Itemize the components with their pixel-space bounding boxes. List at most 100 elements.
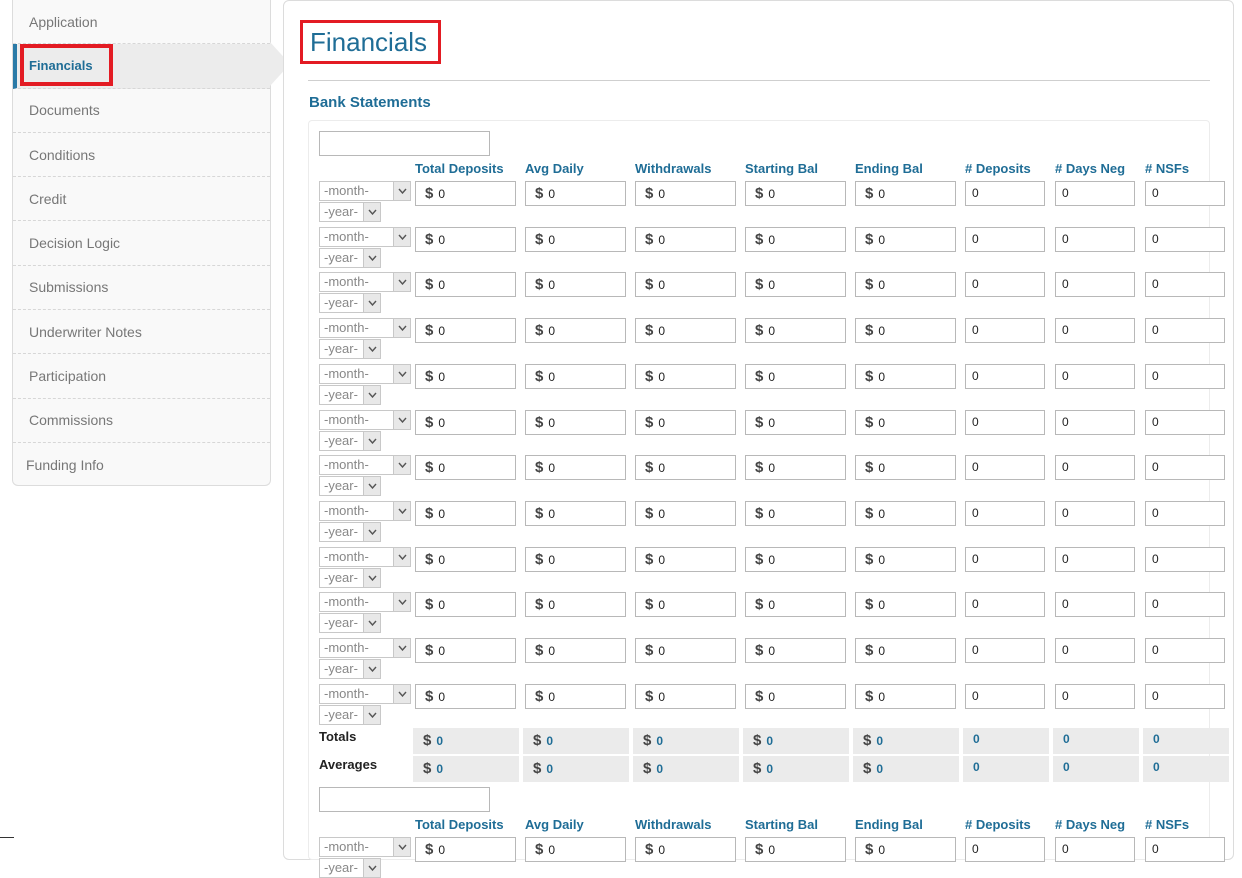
value-input[interactable]: 0 — [1055, 363, 1135, 389]
value-input[interactable]: $0 — [745, 638, 846, 663]
statement-name-input[interactable] — [319, 787, 490, 812]
sidebar-item-application[interactable]: Application — [13, 0, 270, 45]
month-select[interactable]: -month- — [319, 592, 411, 613]
month-select[interactable]: -month- — [319, 318, 411, 339]
value-input[interactable]: 0 — [965, 363, 1045, 389]
value-input[interactable]: $0 — [745, 409, 846, 435]
month-select[interactable]: -month- — [319, 546, 411, 567]
value-input[interactable]: 0 — [965, 638, 1045, 663]
value-input[interactable]: $0 — [415, 363, 516, 389]
value-input[interactable]: 0 — [1055, 409, 1135, 435]
value-input[interactable]: $0 — [525, 683, 626, 709]
value-input[interactable]: $0 — [635, 683, 736, 709]
month-select[interactable]: -month- — [319, 837, 411, 857]
value-input[interactable]: 0 — [965, 181, 1045, 206]
value-input[interactable]: 0 — [1145, 272, 1225, 298]
value-input[interactable]: 0 — [1145, 318, 1225, 344]
value-input[interactable]: $0 — [415, 500, 516, 526]
value-input[interactable]: $0 — [855, 181, 956, 206]
value-input[interactable]: $0 — [855, 409, 956, 435]
month-select[interactable]: -month- — [319, 272, 411, 293]
value-input[interactable]: 0 — [965, 409, 1045, 435]
year-select[interactable]: -year- — [319, 613, 381, 634]
value-input[interactable]: $0 — [745, 500, 846, 526]
value-input[interactable]: $0 — [525, 363, 626, 389]
value-input[interactable]: 0 — [1055, 318, 1135, 344]
year-select[interactable]: -year- — [319, 247, 381, 268]
sidebar-item-decision-logic[interactable]: Decision Logic — [13, 221, 270, 266]
value-input[interactable]: $0 — [415, 272, 516, 298]
value-input[interactable]: 0 — [965, 455, 1045, 481]
month-select[interactable]: -month- — [319, 363, 411, 384]
sidebar-item-documents[interactable]: Documents — [13, 89, 270, 133]
value-input[interactable]: $0 — [415, 318, 516, 344]
value-input[interactable]: $0 — [855, 272, 956, 298]
sidebar-item-financials[interactable]: Financials — [13, 44, 270, 89]
month-select[interactable]: -month- — [319, 638, 411, 658]
value-input[interactable]: $0 — [855, 363, 956, 389]
year-select[interactable]: -year- — [319, 659, 381, 679]
value-input[interactable]: $0 — [855, 500, 956, 526]
value-input[interactable]: 0 — [965, 318, 1045, 344]
year-select[interactable]: -year- — [319, 476, 381, 497]
value-input[interactable]: $0 — [415, 592, 516, 618]
month-select[interactable]: -month- — [319, 683, 411, 704]
year-select[interactable]: -year- — [319, 339, 381, 360]
value-input[interactable]: $0 — [855, 638, 956, 663]
value-input[interactable]: 0 — [965, 226, 1045, 252]
value-input[interactable]: 0 — [1055, 683, 1135, 709]
value-input[interactable]: $0 — [415, 181, 516, 206]
value-input[interactable]: $0 — [635, 318, 736, 344]
value-input[interactable]: $0 — [415, 683, 516, 709]
year-select[interactable]: -year- — [319, 430, 381, 451]
value-input[interactable]: $0 — [635, 272, 736, 298]
value-input[interactable]: $0 — [745, 181, 846, 206]
value-input[interactable]: 0 — [1055, 272, 1135, 298]
value-input[interactable]: $0 — [745, 455, 846, 481]
value-input[interactable]: 0 — [1055, 181, 1135, 206]
value-input[interactable]: $0 — [525, 546, 626, 572]
year-select[interactable]: -year- — [319, 521, 381, 542]
sidebar-item-funding-info[interactable]: Funding Info — [13, 443, 270, 487]
sidebar-item-commissions[interactable]: Commissions — [13, 399, 270, 443]
value-input[interactable]: $0 — [525, 181, 626, 206]
value-input[interactable]: $0 — [635, 638, 736, 663]
year-select[interactable]: -year- — [319, 384, 381, 405]
value-input[interactable]: $0 — [745, 592, 846, 618]
value-input[interactable]: 0 — [1145, 455, 1225, 481]
value-input[interactable]: $0 — [745, 363, 846, 389]
year-select[interactable]: -year- — [319, 704, 381, 725]
value-input[interactable]: 0 — [965, 272, 1045, 298]
value-input[interactable]: $0 — [635, 455, 736, 481]
value-input[interactable]: 0 — [965, 683, 1045, 709]
value-input[interactable]: $0 — [635, 363, 736, 389]
value-input[interactable]: 0 — [1145, 409, 1225, 435]
value-input[interactable]: $0 — [855, 592, 956, 618]
value-input[interactable]: $0 — [745, 318, 846, 344]
value-input[interactable]: $0 — [745, 546, 846, 572]
value-input[interactable]: 0 — [1055, 546, 1135, 572]
month-select[interactable]: -month- — [319, 226, 411, 247]
value-input[interactable]: $0 — [855, 546, 956, 572]
value-input[interactable]: 0 — [1055, 638, 1135, 663]
value-input[interactable]: $0 — [635, 546, 736, 572]
value-input[interactable]: 0 — [1145, 592, 1225, 618]
value-input[interactable]: 0 — [965, 546, 1045, 572]
year-select[interactable]: -year- — [319, 202, 381, 222]
year-select[interactable]: -year- — [319, 858, 381, 878]
value-input[interactable]: 0 — [1055, 500, 1135, 526]
year-select[interactable]: -year- — [319, 293, 381, 314]
value-input[interactable]: $0 — [525, 500, 626, 526]
month-select[interactable]: -month- — [319, 500, 411, 521]
value-input[interactable]: $0 — [635, 500, 736, 526]
sidebar-item-submissions[interactable]: Submissions — [13, 266, 270, 311]
value-input[interactable]: 0 — [1145, 638, 1225, 663]
value-input[interactable]: $0 — [855, 318, 956, 344]
sidebar-item-underwriter-notes[interactable]: Underwriter Notes — [13, 310, 270, 355]
value-input[interactable]: $0 — [525, 638, 626, 663]
value-input[interactable]: $0 — [525, 272, 626, 298]
value-input[interactable]: $0 — [415, 409, 516, 435]
value-input[interactable]: 0 — [1145, 226, 1225, 252]
value-input[interactable]: 0 — [1145, 500, 1225, 526]
year-select[interactable]: -year- — [319, 567, 381, 588]
